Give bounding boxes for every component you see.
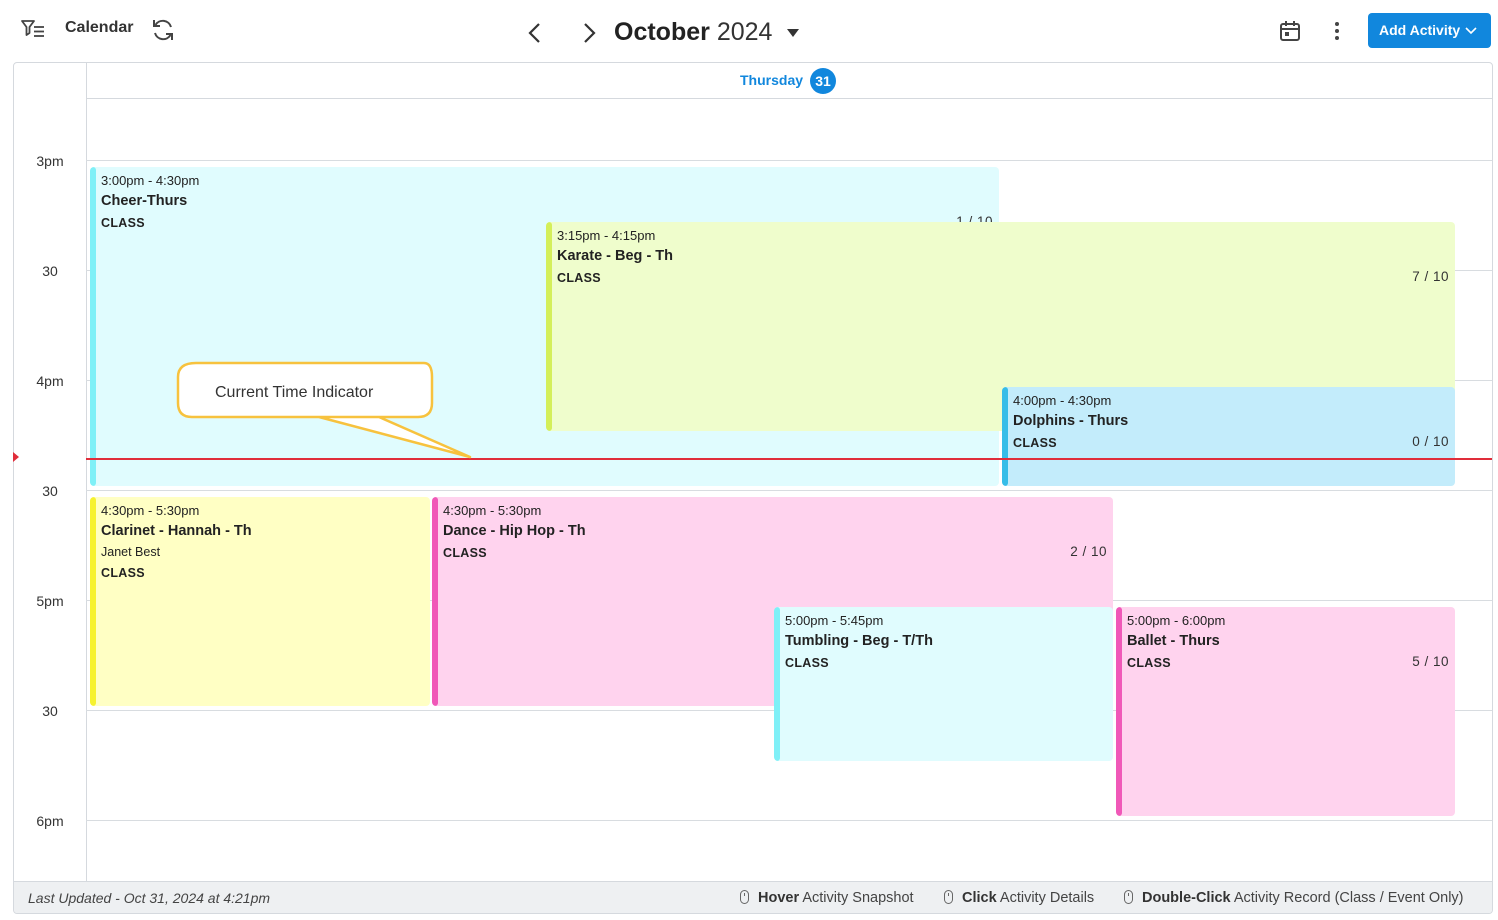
time-label: 30 (42, 483, 58, 499)
event-time: 4:30pm - 5:30pm (101, 503, 200, 518)
last-updated: Last Updated - Oct 31, 2024 at 4:21pm (28, 890, 271, 906)
event-color-bar (432, 497, 438, 706)
time-gutter-divider (86, 63, 87, 881)
event-card[interactable]: 5:00pm - 5:45pm Tumbling - Beg - T/Th CL… (774, 607, 1113, 761)
event-capacity: 7 / 10 (1412, 269, 1449, 284)
event-type: CLASS (1127, 656, 1171, 670)
time-label: 30 (42, 263, 58, 279)
event-time: 5:00pm - 6:00pm (1127, 613, 1226, 628)
time-label: 4pm (36, 373, 64, 389)
event-type: CLASS (1013, 436, 1057, 450)
event-card[interactable]: 4:00pm - 4:30pm Dolphins - Thurs CLASS 0… (1002, 387, 1455, 486)
event-time: 4:30pm - 5:30pm (443, 503, 542, 518)
refresh-icon[interactable] (150, 17, 176, 43)
hint-click: Click Activity Details (944, 890, 1094, 906)
event-card[interactable]: 5:00pm - 6:00pm Ballet - Thurs CLASS 5 /… (1116, 607, 1455, 816)
year-label: 2024 (716, 18, 773, 46)
mouse-icon (944, 890, 953, 904)
event-time: 3:15pm - 4:15pm (557, 228, 656, 243)
month-year-selector[interactable]: October 2024 (614, 18, 772, 47)
grid-line (86, 160, 1492, 161)
more-vert-icon[interactable] (1325, 18, 1349, 44)
event-type: CLASS (557, 271, 601, 285)
hint-desc: Activity Record (Class / Event Only) (1233, 890, 1464, 906)
event-time: 3:00pm - 4:30pm (101, 173, 200, 188)
event-name: Tumbling - Beg - T/Th (785, 633, 933, 649)
toolbar: Calendar October 2024 Add Activity (0, 0, 1498, 62)
event-name: Karate - Beg - Th (557, 248, 674, 264)
event-color-bar (546, 222, 552, 431)
mouse-icon (740, 890, 749, 904)
hint-action: Hover (758, 890, 800, 906)
chevron-down-icon (1465, 27, 1477, 35)
event-type: CLASS (785, 656, 829, 670)
event-color-bar (774, 607, 780, 761)
event-card[interactable]: 4:30pm - 5:30pm Clarinet - Hannah - Th J… (90, 497, 430, 706)
month-label: October (614, 18, 710, 46)
hint-action: Double-Click (1142, 890, 1231, 906)
event-name: Cheer-Thurs (101, 193, 188, 209)
time-label: 30 (42, 703, 58, 719)
callout-text: Current Time Indicator (215, 384, 374, 401)
hint-desc: Activity Details (999, 890, 1095, 906)
time-label: 3pm (36, 153, 64, 169)
add-activity-label: Add Activity (1379, 22, 1461, 38)
time-label: 5pm (36, 593, 64, 609)
event-color-bar (1002, 387, 1008, 486)
event-name: Clarinet - Hannah - Th (101, 523, 252, 539)
mouse-icon (1124, 890, 1133, 904)
hint-hover: Hover Activity Snapshot (740, 890, 914, 906)
event-instructor: Janet Best (101, 545, 161, 559)
event-time: 4:00pm - 4:30pm (1013, 393, 1112, 408)
event-time: 5:00pm - 5:45pm (785, 613, 884, 628)
event-capacity: 5 / 10 (1412, 654, 1449, 669)
hint-double-click: Double-Click Activity Record (Class / Ev… (1124, 890, 1464, 906)
current-time-marker (13, 452, 19, 462)
event-capacity: 2 / 10 (1070, 544, 1107, 559)
event-capacity: 0 / 10 (1412, 434, 1449, 449)
status-footer: Last Updated - Oct 31, 2024 at 4:21pm Ho… (14, 881, 1492, 913)
filter-icon[interactable] (20, 16, 46, 42)
page-title: Calendar (65, 19, 134, 36)
event-name: Dance - Hip Hop - Th (443, 523, 586, 539)
event-color-bar (1116, 607, 1122, 816)
event-type: CLASS (101, 566, 145, 580)
hint-action: Click (962, 890, 997, 906)
event-type: CLASS (101, 216, 145, 230)
hint-desc: Activity Snapshot (802, 890, 914, 906)
calendar-icon[interactable] (1277, 18, 1303, 44)
chevron-left-icon[interactable] (522, 20, 548, 46)
add-activity-button[interactable]: Add Activity (1368, 13, 1491, 48)
event-color-bar (90, 497, 96, 706)
event-type: CLASS (443, 546, 487, 560)
chevron-right-icon[interactable] (576, 20, 602, 46)
event-color-bar (90, 167, 96, 486)
time-label: 6pm (36, 813, 64, 829)
event-name: Dolphins - Thurs (1013, 413, 1129, 429)
calendar-day-view: Thursday 31 3pm 30 4pm 30 5pm 30 6pm 3:0… (13, 62, 1493, 914)
day-number-badge: 31 (810, 68, 836, 94)
caret-down-icon[interactable] (783, 26, 803, 40)
callout-bubble (176, 361, 472, 459)
event-name: Ballet - Thurs (1127, 633, 1220, 649)
grid-line (86, 820, 1492, 821)
grid-line (86, 490, 1492, 491)
day-name: Thursday (740, 72, 804, 88)
